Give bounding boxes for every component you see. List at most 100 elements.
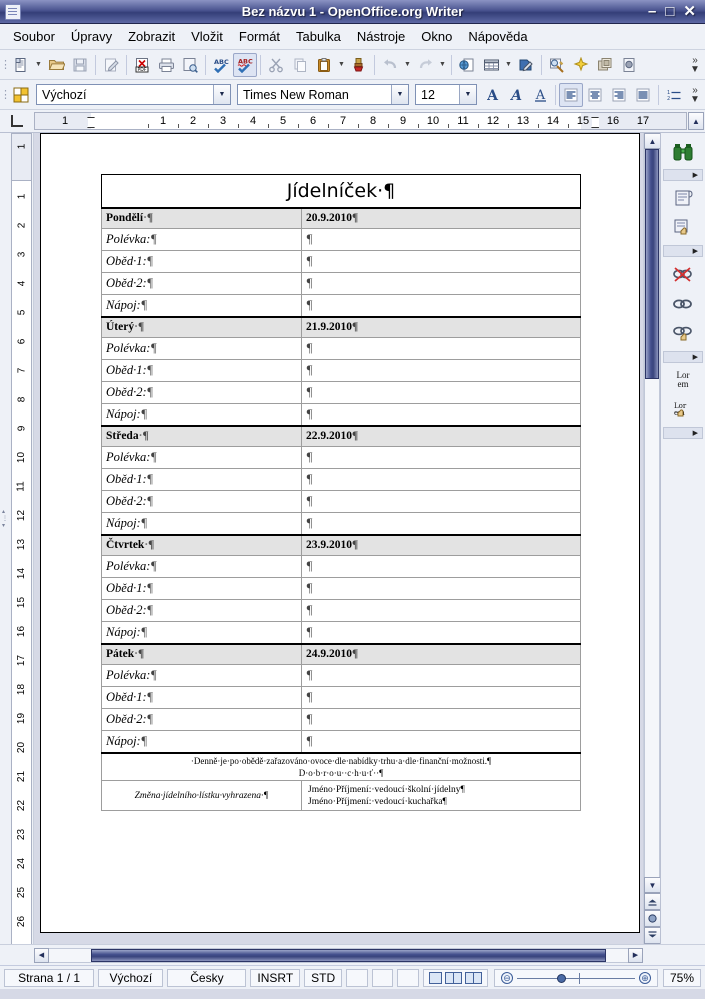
- meal-label-cell[interactable]: Nápoj:¶: [101, 730, 302, 753]
- day-date-cell[interactable]: 22.9.2010¶: [301, 424, 581, 447]
- meal-value-cell[interactable]: ¶: [301, 337, 581, 360]
- scroll-up-arrow[interactable]: ▲: [644, 133, 661, 149]
- paste-icon[interactable]: [312, 53, 336, 77]
- status-page-style[interactable]: Výchozí: [98, 968, 164, 987]
- meal-value-cell[interactable]: ¶: [301, 359, 581, 382]
- undo-icon[interactable]: [378, 53, 402, 77]
- tab-stop-left-icon[interactable]: [0, 110, 34, 132]
- align-justify-icon[interactable]: [631, 83, 655, 107]
- meal-label-cell[interactable]: Oběd·1:¶: [101, 468, 302, 491]
- spelling-check-icon[interactable]: ABC: [209, 53, 233, 77]
- meal-row[interactable]: Oběd·2:¶ ¶: [101, 490, 581, 513]
- meal-row[interactable]: Oběd·1:¶ ¶: [101, 359, 581, 382]
- day-header-row[interactable]: Pátek·¶ 24.9.2010¶: [101, 642, 581, 665]
- zoom-in-button[interactable]: ⊕: [638, 971, 651, 984]
- meal-value-cell[interactable]: ¶: [301, 577, 581, 600]
- expand-arrow-icon-4[interactable]: ▶: [663, 427, 703, 439]
- close-button[interactable]: ✕: [683, 4, 696, 19]
- day-header-row[interactable]: Pondělí·¶ 20.9.2010¶: [101, 206, 581, 229]
- meal-value-cell[interactable]: ¶: [301, 446, 581, 469]
- maximize-button[interactable]: □: [665, 4, 674, 19]
- day-name-cell[interactable]: Středa·¶: [101, 424, 302, 447]
- note-row[interactable]: ·Denně·je·po·obědě·zařazováno·ovoce·dle·…: [101, 751, 581, 781]
- autospellcheck-icon[interactable]: ABC: [233, 52, 257, 77]
- single-page-view-icon[interactable]: [428, 971, 442, 984]
- formatting-toolbar-overflow[interactable]: » ▼: [687, 81, 703, 109]
- zoom-slider-thumb[interactable]: [556, 973, 566, 983]
- export-pdf-icon[interactable]: PDF: [130, 53, 154, 77]
- table-title-cell[interactable]: Jídelníček·¶: [101, 174, 581, 208]
- meal-label-cell[interactable]: Oběd·1:¶: [101, 686, 302, 709]
- meal-value-cell[interactable]: ¶: [301, 403, 581, 426]
- edit-file-icon[interactable]: [99, 53, 123, 77]
- meal-row[interactable]: Oběd·2:¶ ¶: [101, 272, 581, 295]
- font-size-dropdown-icon[interactable]: ▼: [459, 85, 476, 104]
- gallery-icon[interactable]: [569, 53, 593, 77]
- meal-value-cell[interactable]: ¶: [301, 512, 581, 535]
- print-preview-icon[interactable]: [178, 53, 202, 77]
- table-title-row[interactable]: Jídelníček·¶: [101, 174, 581, 208]
- zoom-out-button[interactable]: ⊖: [500, 971, 513, 984]
- status-section-indicator[interactable]: [397, 968, 419, 987]
- meal-row[interactable]: Oběd·2:¶ ¶: [101, 381, 581, 404]
- meal-row[interactable]: Nápoj:¶ ¶: [101, 403, 581, 426]
- signature-right-cell[interactable]: Jméno·Příjmení:·vedoucí·školní·jídelny¶ …: [301, 780, 581, 811]
- minimize-button[interactable]: –: [648, 4, 656, 19]
- underline-button[interactable]: A: [528, 83, 552, 107]
- meal-row[interactable]: Polévka:¶ ¶: [101, 337, 581, 360]
- menu-okno[interactable]: Okno: [414, 26, 459, 47]
- expand-arrow-icon-2[interactable]: ▶: [663, 245, 703, 257]
- align-left-icon[interactable]: [559, 82, 583, 107]
- font-name-combo[interactable]: Times New Roman ▼: [237, 84, 409, 105]
- meal-value-cell[interactable]: ¶: [301, 599, 581, 622]
- day-name-cell[interactable]: Pátek·¶: [101, 642, 302, 665]
- meal-label-cell[interactable]: Oběd·1:¶: [101, 577, 302, 600]
- delete-link-icon[interactable]: [666, 259, 700, 289]
- meal-label-cell[interactable]: Polévka:¶: [101, 555, 302, 578]
- vertical-ruler[interactable]: 1 1 2 3 4 5 6 7 8 9 10 11 12 13 14 15 16…: [0, 133, 34, 944]
- paragraph-style-icon[interactable]: [9, 83, 33, 107]
- meal-row[interactable]: Polévka:¶ ¶: [101, 446, 581, 469]
- meal-label-cell[interactable]: Oběd·2:¶: [101, 490, 302, 513]
- navigator-binoculars-icon[interactable]: [666, 137, 700, 167]
- meal-row[interactable]: Nápoj:¶ ¶: [101, 294, 581, 317]
- paste-dropdown-icon[interactable]: ▼: [336, 53, 347, 77]
- undo-dropdown-icon[interactable]: ▼: [402, 53, 413, 77]
- toolbar-grip[interactable]: [2, 54, 9, 76]
- meal-value-cell[interactable]: ¶: [301, 730, 581, 753]
- meal-value-cell[interactable]: ¶: [301, 250, 581, 273]
- meal-label-cell[interactable]: Nápoj:¶: [101, 621, 302, 644]
- document-canvas[interactable]: Jídelníček·¶ Pondělí·¶ 20.9.2010¶ Polévk…: [34, 133, 643, 944]
- meal-value-cell[interactable]: ¶: [301, 490, 581, 513]
- font-name-dropdown-icon[interactable]: ▼: [391, 85, 408, 104]
- meal-label-cell[interactable]: Polévka:¶: [101, 664, 302, 687]
- meal-label-cell[interactable]: Oběd·2:¶: [101, 272, 302, 295]
- day-date-cell[interactable]: 21.9.2010¶: [301, 315, 581, 338]
- chain-link-hand-icon[interactable]: [666, 319, 700, 349]
- meal-row[interactable]: Nápoj:¶ ¶: [101, 512, 581, 535]
- meal-row[interactable]: Oběd·1:¶ ¶: [101, 250, 581, 273]
- meal-row[interactable]: Polévka:¶ ¶: [101, 555, 581, 578]
- ordered-list-icon[interactable]: 12: [662, 83, 686, 107]
- multi-page-view-icon[interactable]: [444, 971, 462, 984]
- meal-label-cell[interactable]: Polévka:¶: [101, 337, 302, 360]
- paragraph-style-dropdown-icon[interactable]: ▼: [213, 85, 230, 104]
- day-header-row[interactable]: Středa·¶ 22.9.2010¶: [101, 424, 581, 447]
- menu-napoveda[interactable]: Nápověda: [461, 26, 534, 47]
- meal-value-cell[interactable]: ¶: [301, 686, 581, 709]
- new-document-icon[interactable]: [9, 53, 33, 77]
- meal-value-cell[interactable]: ¶: [301, 555, 581, 578]
- vertical-scroll-thumb[interactable]: [645, 149, 659, 379]
- scroll-left-arrow[interactable]: ◀: [34, 947, 49, 963]
- menu-tabulka[interactable]: Tabulka: [289, 26, 348, 47]
- meal-row[interactable]: Polévka:¶ ¶: [101, 228, 581, 251]
- meal-label-cell[interactable]: Oběd·2:¶: [101, 599, 302, 622]
- show-draw-functions-icon[interactable]: [514, 53, 538, 77]
- zoom-percentage[interactable]: 75%: [662, 968, 702, 987]
- clone-formatting-icon[interactable]: [347, 53, 371, 77]
- align-right-icon[interactable]: [607, 83, 631, 107]
- hyperlink-icon[interactable]: [455, 53, 479, 77]
- menu-table[interactable]: Jídelníček·¶ Pondělí·¶ 20.9.2010¶ Polévk…: [101, 174, 581, 811]
- redo-dropdown-icon[interactable]: ▼: [437, 53, 448, 77]
- redo-icon[interactable]: [413, 53, 437, 77]
